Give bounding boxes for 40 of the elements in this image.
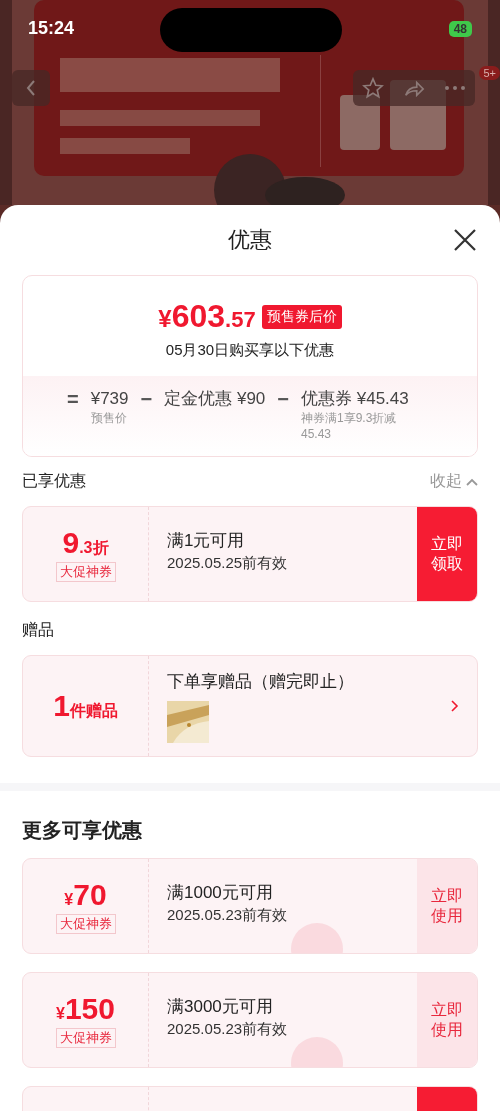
- more-icon[interactable]: [443, 85, 466, 91]
- price-term: 优惠券 ¥45.43: [301, 388, 410, 410]
- sheet-title: 优惠: [228, 226, 272, 254]
- coupon-tag: 大促神券: [55, 1028, 116, 1048]
- coupon-action-button[interactable]: 立即 使用: [417, 973, 477, 1067]
- price-tag: 预售券后价: [261, 304, 342, 329]
- section-title: 更多可享优惠: [22, 818, 142, 843]
- coupon-validity: 2025.05.23前有效: [167, 1020, 289, 1039]
- coupon-value: ¥70: [64, 878, 107, 912]
- coupon-value: ¥150: [56, 992, 115, 1026]
- coupon-tag: 大促神券: [55, 562, 116, 582]
- collapse-toggle[interactable]: 收起: [430, 471, 478, 492]
- back-button[interactable]: [12, 70, 50, 106]
- chevron-up-icon: [466, 477, 478, 486]
- operator-sign: −: [140, 388, 153, 412]
- coupon-action-button[interactable]: 立即 领取: [417, 507, 477, 601]
- operator-sign: =: [67, 388, 79, 412]
- coupon-condition: 满1元可用: [167, 530, 246, 552]
- coupon-value: 9.3折: [62, 526, 109, 560]
- price-term: ¥739: [90, 388, 129, 410]
- term-caption: 神券满1享9.3折减45.43: [301, 410, 398, 442]
- gift-card[interactable]: 1件赠品 下单享赠品（赠完即止）: [22, 655, 478, 757]
- coupon-validity: 2025.05.23前有效: [167, 906, 289, 925]
- coupon-action-button[interactable]: 立即 使用: [417, 859, 477, 953]
- term-caption: 预售价: [90, 410, 128, 426]
- section-title: 已享优惠: [22, 471, 86, 491]
- coupon-tag: 大促神券: [55, 914, 116, 934]
- coupon-validity: 2025.05.25前有效: [167, 554, 289, 573]
- gift-count: 1件赠品: [53, 689, 118, 723]
- coupon-condition: 满3000元可用: [167, 996, 274, 1018]
- section-title: 赠品: [22, 620, 54, 640]
- price-term: 定金优惠 ¥90: [164, 388, 266, 410]
- operator-sign: −: [277, 388, 289, 412]
- final-price: ¥603.57: [158, 298, 256, 335]
- coupon-condition: 满1000元可用: [167, 882, 274, 904]
- star-icon[interactable]: [362, 77, 385, 99]
- status-time: 15:24: [28, 18, 75, 39]
- price-note: 05月30日购买享以下优惠: [165, 341, 335, 360]
- gift-title: 下单享赠品（赠完即止）: [167, 671, 355, 693]
- back-icon: [26, 79, 36, 97]
